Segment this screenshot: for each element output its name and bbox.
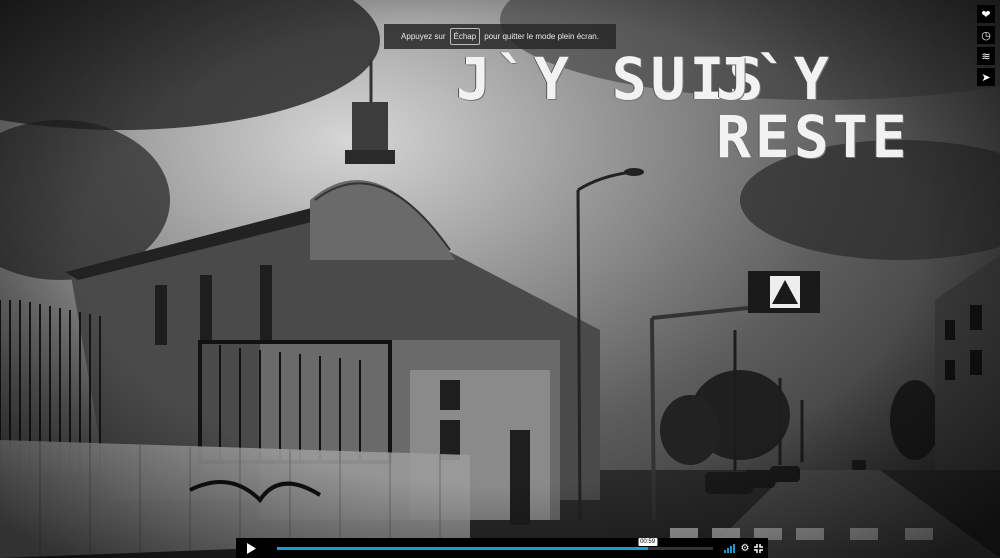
collections-button[interactable]: ≋	[977, 47, 995, 65]
send-icon: ➤	[981, 71, 991, 84]
fullscreen-video[interactable]: J`Y SUIS J`Y RESTE	[0, 0, 1000, 558]
notice-text-before: Appuyez sur	[401, 32, 446, 41]
gear-icon: ⚙	[740, 542, 750, 554]
watch-later-button[interactable]: ◷	[977, 26, 995, 44]
notice-text-after: pour quitter le mode plein écran.	[484, 32, 599, 41]
layers-icon: ≋	[981, 50, 991, 63]
escape-key: Échap	[449, 28, 481, 45]
fullscreen-exit-notice: Appuyez sur Échap pour quitter le mode p…	[384, 24, 616, 49]
like-button[interactable]: ❤	[977, 5, 995, 23]
title-part-two: J`Y RESTE	[716, 45, 911, 171]
side-action-bar: ❤ ◷ ≋ ➤	[977, 5, 995, 89]
heart-icon: ❤	[981, 8, 991, 21]
progress-bar[interactable]: 00:59	[277, 538, 713, 550]
volume-control[interactable]	[724, 543, 736, 553]
player-controls: 00:59 ⚙	[236, 538, 768, 558]
play-button[interactable]	[236, 538, 266, 558]
current-time: 00:59	[638, 538, 658, 546]
clock-icon: ◷	[981, 29, 991, 42]
collapse-icon	[753, 543, 763, 553]
settings-button[interactable]: ⚙	[739, 541, 751, 555]
exit-fullscreen-button[interactable]	[752, 541, 764, 555]
share-button[interactable]: ➤	[977, 68, 995, 86]
play-icon	[247, 542, 256, 554]
progress-fill	[277, 547, 648, 550]
